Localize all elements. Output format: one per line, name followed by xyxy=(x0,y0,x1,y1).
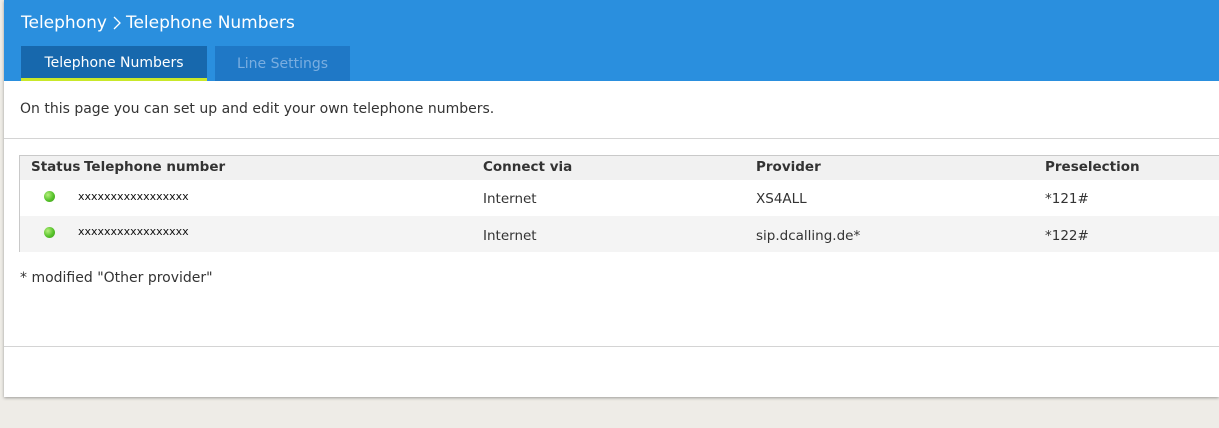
telephone-number-cell: xxxxxxxxxxxxxxxxx xyxy=(78,225,189,238)
preselection-cell: *121# xyxy=(1045,191,1089,207)
table-row[interactable]: xxxxxxxxxxxxxxxxx Internet sip.dcalling.… xyxy=(20,216,1219,252)
provider-cell: sip.dcalling.de* xyxy=(756,228,861,244)
tab-telephone-numbers[interactable]: Telephone Numbers xyxy=(21,46,207,81)
chevron-right-icon xyxy=(113,16,121,30)
page-header: Telephony Telephone Numbers Telephone Nu… xyxy=(4,0,1219,81)
main-panel: Telephony Telephone Numbers Telephone Nu… xyxy=(4,0,1219,397)
table-header: Status Telephone number Connect via Prov… xyxy=(20,156,1219,180)
table-row[interactable]: xxxxxxxxxxxxxxxxx Internet XS4ALL *121# xyxy=(20,180,1219,216)
breadcrumb-current: Telephone Numbers xyxy=(125,13,295,33)
column-header-telephone-number: Telephone number xyxy=(84,159,226,175)
provider-cell: XS4ALL xyxy=(756,191,807,207)
green-status-icon xyxy=(44,227,55,238)
preselection-cell: *122# xyxy=(1045,228,1089,244)
column-header-provider: Provider xyxy=(756,159,821,175)
connect-via-cell: Internet xyxy=(483,228,537,244)
divider xyxy=(4,138,1219,139)
green-status-icon xyxy=(44,191,55,202)
tab-line-settings[interactable]: Line Settings xyxy=(215,46,350,81)
intro-text: On this page you can set up and edit you… xyxy=(20,101,495,117)
connect-via-cell: Internet xyxy=(483,191,537,207)
column-header-status: Status xyxy=(31,159,81,175)
breadcrumb-parent[interactable]: Telephony xyxy=(21,13,107,33)
divider xyxy=(4,346,1219,347)
telephone-number-cell: xxxxxxxxxxxxxxxxx xyxy=(78,190,189,203)
column-header-connect-via: Connect via xyxy=(483,159,573,175)
column-header-preselection: Preselection xyxy=(1045,159,1140,175)
telephone-numbers-table: Status Telephone number Connect via Prov… xyxy=(19,155,1219,252)
breadcrumb: Telephony Telephone Numbers xyxy=(21,11,295,35)
footnote: * modified "Other provider" xyxy=(20,270,213,286)
